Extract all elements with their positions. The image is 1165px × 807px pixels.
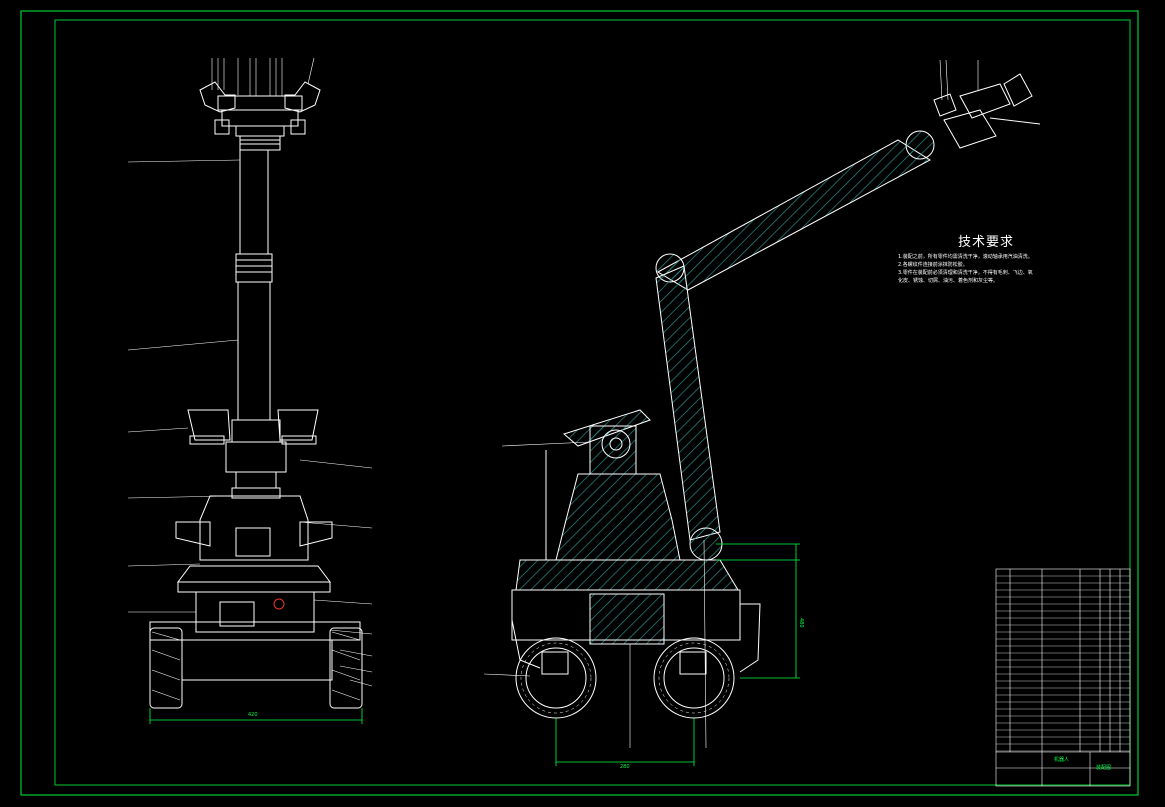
front-view	[127, 57, 373, 709]
inner-frame	[54, 19, 1131, 786]
tech-note-2: 2.各螺纹件连接前涂抹防松胶。	[898, 262, 968, 268]
title-block-name: 机器人	[1054, 757, 1070, 763]
side-height-dim-text: 480	[798, 618, 804, 628]
parts-list	[995, 568, 1131, 787]
title-block-code: 装配图	[1096, 765, 1112, 771]
outer-frame	[20, 10, 1139, 796]
tech-note-1: 1.装配之前，所有零件均需清洗干净，滚动轴承用汽油清洗。	[898, 254, 1033, 260]
side-view	[483, 59, 1041, 719]
tech-requirements-title: 技术要求	[958, 235, 1015, 250]
cad-drawing	[20, 10, 1139, 796]
front-width-dim-text: 420	[248, 712, 258, 718]
side-wheelbase-dim-text: 280	[620, 764, 630, 770]
tech-note-4: 化皮、锈蚀、切屑、油污、着色剂和灰尘等。	[898, 278, 999, 284]
tech-note-3: 3.零件在装配前必须清理和清洗干净，不得有毛刺、飞边、氧	[898, 270, 1033, 276]
